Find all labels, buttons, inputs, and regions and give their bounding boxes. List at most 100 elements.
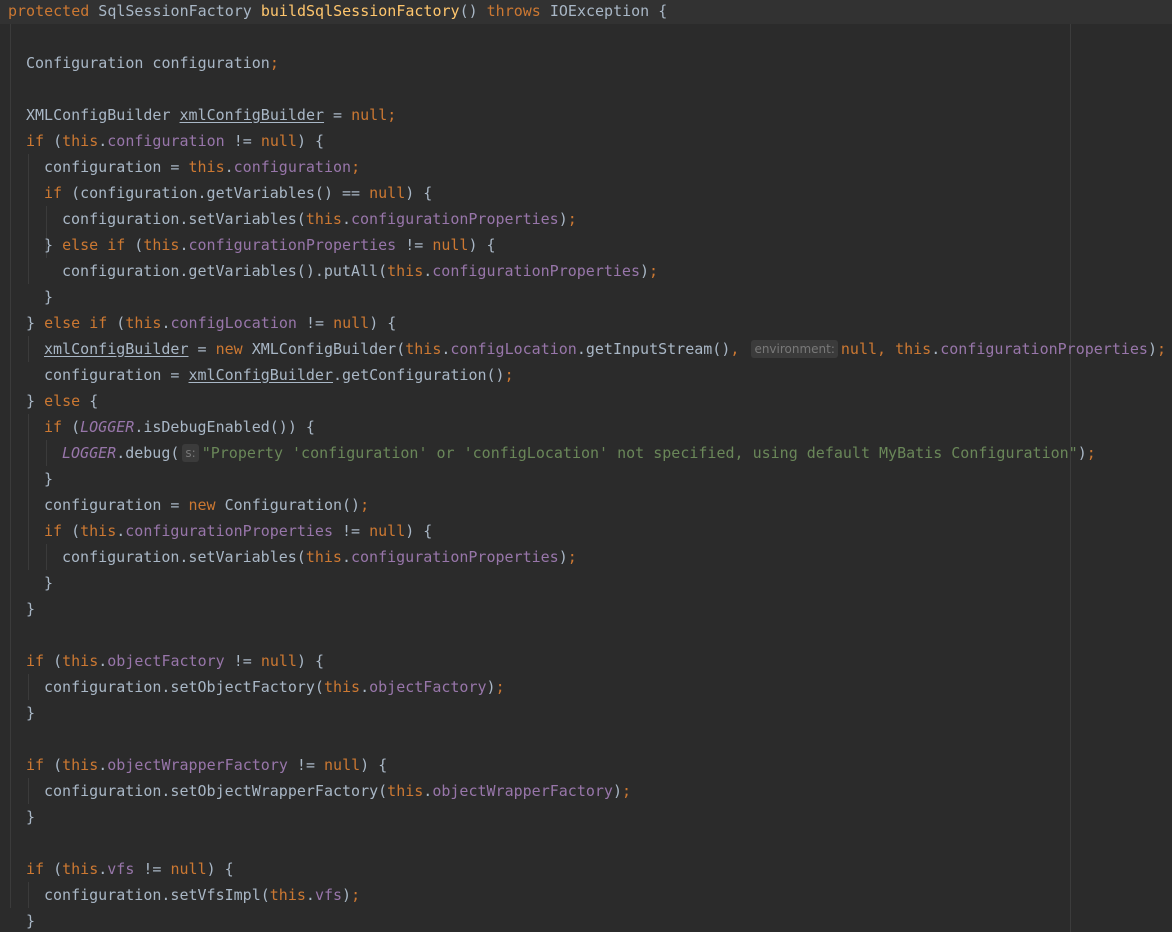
code-line[interactable]: configuration = this.configuration;	[0, 154, 360, 180]
code-line[interactable]: configuration.setVariables(this.configur…	[0, 206, 577, 232]
code-line[interactable]: configuration = new Configuration();	[0, 492, 369, 518]
code-token: XMLConfigBuilder	[26, 106, 180, 124]
code-line[interactable]: configuration.setVfsImpl(this.vfs);	[0, 882, 360, 908]
code-token: xmlConfigBuilder	[179, 106, 325, 124]
code-line[interactable]	[0, 830, 8, 856]
code-token: this	[387, 782, 424, 800]
code-token: !=	[333, 522, 370, 540]
code-token: configuration =	[44, 366, 189, 384]
code-token: configuration	[233, 158, 352, 176]
code-token: ;	[1157, 340, 1167, 358]
code-token: new	[215, 340, 243, 358]
code-token: configuration.getVariables().putAll(	[62, 262, 388, 280]
code-token: .	[116, 522, 126, 540]
code-token: .	[423, 262, 433, 280]
code-line[interactable]: if (LOGGER.isDebugEnabled()) {	[0, 414, 315, 440]
code-token: !=	[224, 132, 261, 150]
code-token: ) {	[405, 184, 433, 202]
code-token: ;	[360, 496, 370, 514]
code-token: this	[80, 522, 117, 540]
code-line[interactable]: XMLConfigBuilder xmlConfigBuilder = null…	[0, 102, 396, 128]
code-line[interactable]: }	[0, 570, 53, 596]
code-line[interactable]: }	[0, 700, 35, 726]
code-line[interactable]: configuration = xmlConfigBuilder.getConf…	[0, 362, 514, 388]
code-token: if	[44, 184, 63, 202]
code-token: .	[423, 782, 433, 800]
code-line[interactable]: if (configuration.getVariables() == null…	[0, 180, 432, 206]
code-token: )	[558, 210, 568, 228]
right-margin-guide	[1070, 0, 1071, 932]
code-line[interactable]: configuration.getVariables().putAll(this…	[0, 258, 658, 284]
code-token: }	[26, 314, 45, 332]
code-token: ;	[567, 210, 577, 228]
code-line[interactable]: configuration.setObjectWrapperFactory(th…	[0, 778, 631, 804]
code-token: this	[143, 236, 180, 254]
code-line[interactable]: }	[0, 596, 35, 622]
code-line[interactable]: if (this.objectWrapperFactory != null) {	[0, 752, 387, 778]
code-line[interactable]: Configuration configuration;	[0, 50, 279, 76]
code-line[interactable]: }	[0, 804, 35, 830]
code-line[interactable]: if (this.objectFactory != null) {	[0, 648, 324, 674]
code-token: objectWrapperFactory	[432, 782, 613, 800]
code-token: objectWrapperFactory	[107, 756, 288, 774]
code-line[interactable]: } else {	[0, 388, 98, 414]
code-token: (	[44, 756, 63, 774]
code-token: this	[895, 340, 932, 358]
code-token: configurationProperties	[125, 522, 333, 540]
code-token: this	[305, 548, 342, 566]
code-token: ) {	[296, 652, 325, 670]
code-token: {	[80, 392, 99, 410]
code-token: configuration.setVariables(	[62, 548, 306, 566]
code-token: !=	[296, 314, 334, 332]
code-token: null	[840, 340, 878, 358]
code-line[interactable]	[0, 726, 8, 752]
code-token: this	[62, 132, 99, 150]
code-token: configurationProperties	[432, 262, 640, 280]
code-token: .	[98, 756, 108, 774]
code-line[interactable]: LOGGER.debug(s: "Property 'configuration'…	[0, 440, 1096, 466]
code-line[interactable]: xmlConfigBuilder = new XMLConfigBuilder(…	[0, 336, 1166, 362]
code-token: ) {	[369, 314, 397, 332]
code-token: if	[26, 756, 45, 774]
code-token: ,	[730, 340, 749, 358]
code-token: }	[44, 236, 63, 254]
code-line[interactable]	[0, 622, 8, 648]
method-signature-line[interactable]: protected SqlSessionFactory buildSqlSess…	[0, 0, 1172, 24]
code-token: (	[44, 132, 63, 150]
code-line[interactable]	[0, 76, 8, 102]
code-token: protected	[8, 2, 90, 20]
code-token: Configuration configuration	[26, 54, 270, 72]
code-token: configLocation	[450, 340, 577, 358]
code-token: ) {	[296, 132, 325, 150]
code-line[interactable]: }	[0, 284, 53, 310]
code-line[interactable]: }	[0, 466, 53, 492]
code-line[interactable]: } else if (this.configLocation != null) …	[0, 310, 396, 336]
code-token: ;	[495, 678, 505, 696]
code-line[interactable]: if (this.configuration != null) {	[0, 128, 324, 154]
code-token: .	[341, 548, 351, 566]
code-token: (	[125, 236, 144, 254]
code-token: }	[26, 912, 36, 930]
code-line[interactable]: configuration.setObjectFactory(this.obje…	[0, 674, 505, 700]
code-token: null	[170, 860, 207, 878]
code-line[interactable]: }	[0, 908, 35, 932]
code-token: }	[26, 704, 36, 722]
code-editor[interactable]: protected SqlSessionFactory buildSqlSess…	[0, 0, 1172, 932]
code-line[interactable]	[0, 24, 8, 50]
code-token: new	[188, 496, 216, 514]
code-token: this	[125, 314, 162, 332]
code-token: (	[44, 652, 63, 670]
code-token: configuration =	[44, 158, 189, 176]
code-token: null	[260, 132, 297, 150]
code-token: (configuration.getVariables() ==	[62, 184, 370, 202]
code-token: configuration.setObjectFactory(	[44, 678, 324, 696]
code-line[interactable]: if (this.vfs != null) {	[0, 856, 234, 882]
code-token: this	[305, 210, 342, 228]
code-token: ) {	[468, 236, 496, 254]
code-line[interactable]: } else if (this.configurationProperties …	[0, 232, 496, 258]
code-token: ;	[621, 782, 632, 800]
code-line[interactable]: if (this.configurationProperties != null…	[0, 518, 432, 544]
code-token: )	[342, 886, 352, 904]
code-token: this	[62, 652, 99, 670]
code-line[interactable]: configuration.setVariables(this.configur…	[0, 544, 577, 570]
